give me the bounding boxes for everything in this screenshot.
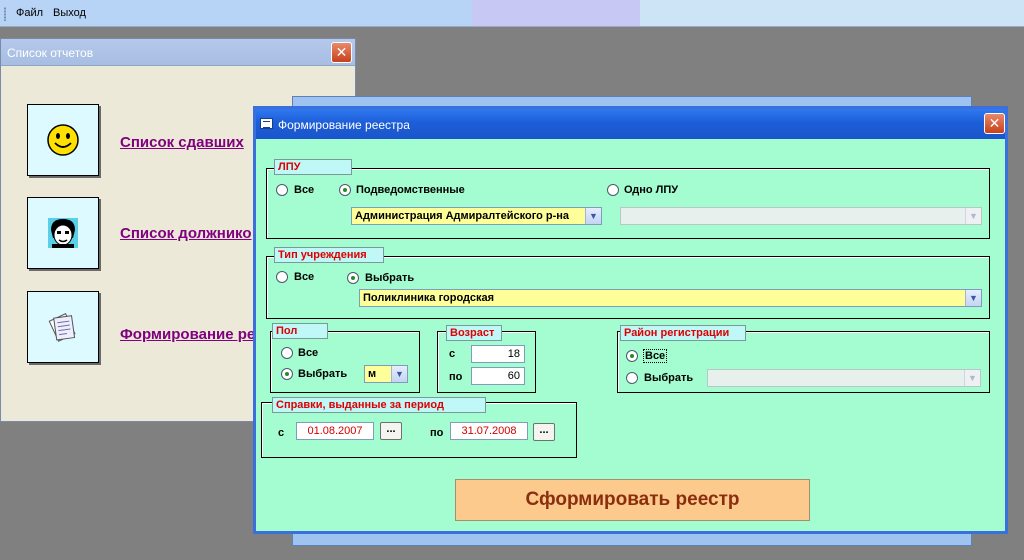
district-radio-all[interactable] xyxy=(626,350,638,362)
lpu-frame xyxy=(266,168,990,239)
form-icon xyxy=(260,118,273,129)
inst-type-legend: Тип учреждения xyxy=(274,247,384,263)
register-dialog: Формирование реестра ✕ ЛПУ Все Подведомс… xyxy=(253,106,1008,534)
dialog-close-icon[interactable]: ✕ xyxy=(984,113,1005,134)
lpu-label-sub: Подведомственные xyxy=(356,184,465,196)
lpu-one-select[interactable]: ▼ xyxy=(620,207,982,225)
period-from-label: с xyxy=(278,427,285,439)
lpu-label-all: Все xyxy=(294,184,315,196)
period-to-label: по xyxy=(430,427,444,439)
report-button-3[interactable] xyxy=(27,291,99,363)
district-radio-select[interactable] xyxy=(626,372,638,384)
report-button-2[interactable] xyxy=(27,197,99,269)
toolbar-grip[interactable] xyxy=(4,7,6,21)
inst-type-radio-select[interactable] xyxy=(347,272,359,284)
district-select[interactable]: ▼ xyxy=(707,369,981,387)
age-to-input[interactable]: 60 xyxy=(471,367,525,385)
lpu-sub-value: Администрация Адмиралтейского р-на xyxy=(355,210,570,222)
lpu-radio-sub[interactable] xyxy=(339,184,351,196)
chevron-down-icon[interactable]: ▼ xyxy=(585,208,601,224)
age-from-input[interactable]: 18 xyxy=(471,345,525,363)
reports-window-title: Список отчетов xyxy=(7,46,94,60)
period-from-input[interactable]: 01.08.2007 xyxy=(296,422,374,440)
chevron-down-icon[interactable]: ▼ xyxy=(964,370,980,386)
inst-type-value: Поликлиника городская xyxy=(363,292,495,304)
create-register-button[interactable]: Сформировать реестр xyxy=(455,479,810,521)
smiley-icon xyxy=(47,124,79,156)
lpu-radio-all[interactable] xyxy=(276,184,288,196)
face-icon xyxy=(48,218,78,248)
lpu-sub-select[interactable]: Администрация Адмиралтейского р-на ▼ xyxy=(351,207,602,225)
report-link-3[interactable]: Формирование ре xyxy=(120,326,255,343)
dialog-title: Формирование реестра xyxy=(278,118,410,132)
menu-exit[interactable]: Выход xyxy=(53,7,86,19)
sex-select[interactable]: м ▼ xyxy=(364,365,408,383)
sex-legend: Пол xyxy=(272,323,328,339)
lpu-radio-one[interactable] xyxy=(607,184,619,196)
sex-frame xyxy=(270,331,420,393)
age-to-label: по xyxy=(449,371,463,383)
inst-type-frame xyxy=(266,256,990,319)
period-from-picker-button[interactable]: ... xyxy=(380,422,402,440)
menu-bar: Файл Выход xyxy=(0,0,1024,27)
inst-type-select[interactable]: Поликлиника городская ▼ xyxy=(359,289,982,307)
lpu-label-one: Одно ЛПУ xyxy=(624,184,679,196)
chevron-down-icon[interactable]: ▼ xyxy=(965,208,981,224)
menu-file[interactable]: Файл xyxy=(16,7,43,19)
sex-label-all: Все xyxy=(298,347,319,359)
lpu-legend: ЛПУ xyxy=(274,159,352,175)
sex-radio-all[interactable] xyxy=(281,347,293,359)
dialog-titlebar[interactable]: Формирование реестра ✕ xyxy=(256,109,1005,139)
close-icon[interactable]: ✕ xyxy=(331,42,352,63)
report-link-2[interactable]: Список должнико xyxy=(120,225,252,242)
sex-radio-select[interactable] xyxy=(281,368,293,380)
district-label-select: Выбрать xyxy=(644,372,694,384)
documents-icon xyxy=(48,312,76,342)
chevron-down-icon[interactable]: ▼ xyxy=(391,366,407,382)
age-from-label: с xyxy=(449,348,456,360)
reports-window-titlebar[interactable]: Список отчетов ✕ xyxy=(1,39,355,66)
report-button-1[interactable] xyxy=(27,104,99,176)
sex-label-select: Выбрать xyxy=(298,368,348,380)
period-legend: Справки, выданные за период xyxy=(272,397,486,413)
inst-type-label-all: Все xyxy=(294,271,315,283)
inst-type-label-select: Выбрать xyxy=(365,272,415,284)
report-link-1[interactable]: Список сдавших xyxy=(120,134,244,151)
period-to-input[interactable]: 31.07.2008 xyxy=(450,422,528,440)
district-label-all: Все xyxy=(643,349,668,363)
chevron-down-icon[interactable]: ▼ xyxy=(965,290,981,306)
period-to-picker-button[interactable]: ... xyxy=(533,423,555,441)
sex-value: м xyxy=(368,368,377,380)
district-legend: Район регистрации xyxy=(620,325,746,341)
age-legend: Возраст xyxy=(446,325,502,341)
inst-type-radio-all[interactable] xyxy=(276,271,288,283)
